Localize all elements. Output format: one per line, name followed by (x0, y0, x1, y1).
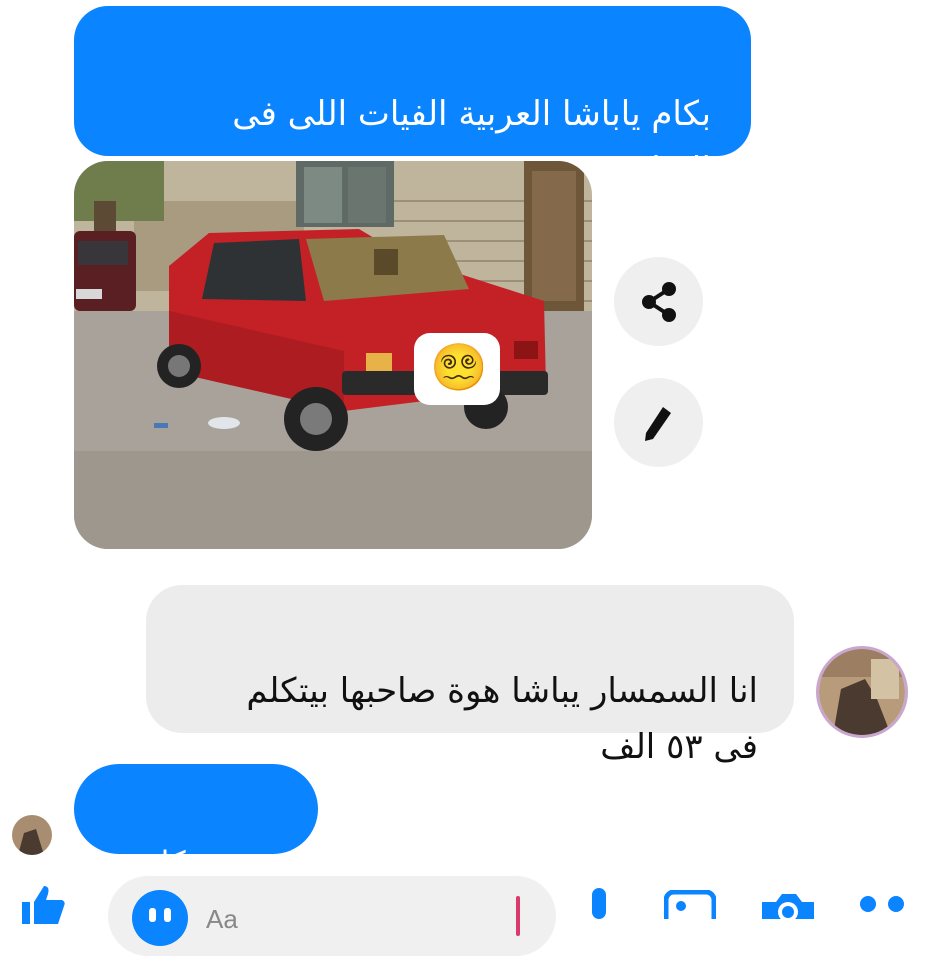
share-icon (641, 281, 676, 322)
car-photo-image (74, 161, 592, 549)
microphone-icon (592, 888, 606, 919)
emoji-button[interactable] (130, 888, 190, 952)
like-button[interactable] (18, 884, 66, 928)
text-cursor (516, 896, 520, 936)
thumbs-up-icon (22, 886, 65, 924)
emoji-sticker: 😵‍💫 (430, 340, 488, 394)
contact-avatar[interactable] (816, 646, 908, 738)
avatar-image (819, 649, 905, 735)
share-button[interactable] (614, 257, 703, 346)
received-message-bubble[interactable]: انا السمسار يباشا هوة صاحبها بيتكلم فى ٥… (146, 585, 794, 767)
camera-button[interactable] (758, 890, 818, 930)
car-photo[interactable]: 😵‍💫 (74, 161, 592, 549)
sent-message-bubble[interactable]: بكام ياباشا العربية الفيات اللى فى الاعل… (74, 6, 751, 190)
mic-button[interactable] (582, 888, 616, 923)
emoji-icon (132, 890, 188, 946)
gallery-icon (663, 889, 717, 935)
gallery-button[interactable] (663, 889, 717, 935)
pencil-icon (644, 406, 671, 441)
edit-button[interactable] (614, 378, 703, 467)
composer-placeholder: Aa (206, 904, 238, 934)
message-text: انا السمسار يباشا هوة صاحبها بيتكلم فى ٥… (246, 671, 758, 767)
dots-icon (860, 896, 904, 912)
sent-message-bubble[interactable]: سيبه يتكلم (74, 764, 318, 882)
camera-icon (762, 894, 814, 930)
message-composer[interactable]: Aa (108, 876, 556, 956)
seen-avatar (12, 815, 52, 855)
avatar-image (12, 815, 52, 855)
